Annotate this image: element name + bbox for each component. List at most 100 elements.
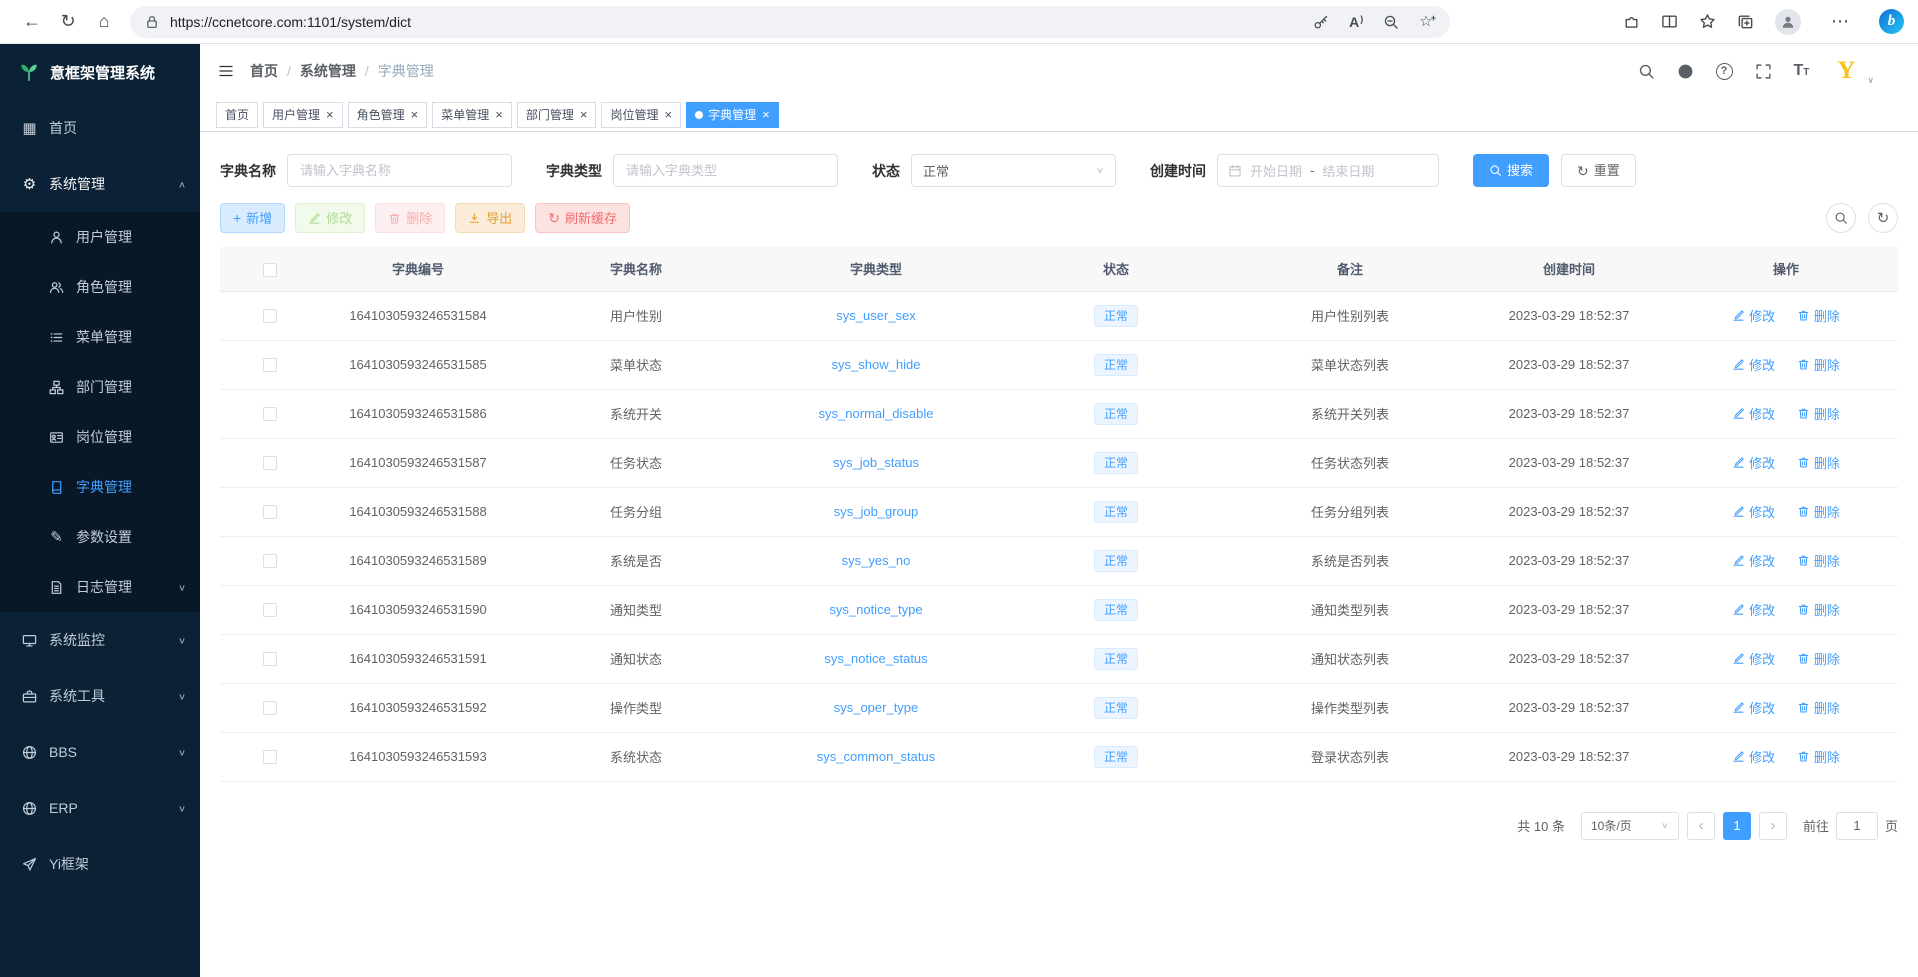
edit-link[interactable]: 修改 — [1732, 404, 1775, 423]
delete-link[interactable]: 删除 — [1797, 502, 1840, 521]
tab-close-icon[interactable]: × — [664, 108, 672, 121]
sidebar-item-user[interactable]: 用户管理 — [0, 212, 200, 262]
tab[interactable]: 菜单管理 × — [432, 102, 512, 128]
delete-link[interactable]: 删除 — [1797, 649, 1840, 668]
edit-link[interactable]: 修改 — [1732, 551, 1775, 570]
search-icon[interactable] — [1638, 63, 1655, 80]
edit-link[interactable]: 修改 — [1732, 600, 1775, 619]
edit-link[interactable]: 修改 — [1732, 502, 1775, 521]
dict-type-link[interactable]: sys_normal_disable — [819, 406, 934, 421]
row-checkbox[interactable] — [263, 505, 277, 519]
browser-reload-icon[interactable]: ↻ — [50, 4, 86, 40]
tab[interactable]: 字典管理 × — [686, 102, 779, 128]
add-favorite-icon[interactable]: ☆+ — [1419, 14, 1436, 29]
delete-link[interactable]: 删除 — [1797, 355, 1840, 374]
tab-close-icon[interactable]: × — [411, 108, 419, 121]
row-checkbox[interactable] — [263, 701, 277, 715]
row-checkbox[interactable] — [263, 603, 277, 617]
delete-link[interactable]: 删除 — [1797, 747, 1840, 766]
tab[interactable]: 角色管理 × — [348, 102, 428, 128]
breadcrumb-parent[interactable]: 系统管理 — [287, 61, 356, 81]
sidebar-item-param[interactable]: ✎ 参数设置 — [0, 512, 200, 562]
tab-close-icon[interactable]: × — [495, 108, 503, 121]
sidebar-item-dict[interactable]: 字典管理 — [0, 462, 200, 512]
sidebar-item-system[interactable]: ⚙ 系统管理 ∧ — [0, 156, 200, 212]
dict-type-link[interactable]: sys_show_hide — [832, 357, 921, 372]
delete-link[interactable]: 删除 — [1797, 306, 1840, 325]
delete-link[interactable]: 删除 — [1797, 600, 1840, 619]
tab[interactable]: 部门管理 × — [517, 102, 597, 128]
edit-link[interactable]: 修改 — [1732, 649, 1775, 668]
sidebar-item-erp[interactable]: ERP ∨ — [0, 780, 200, 836]
sidebar-item-yi[interactable]: Yi框架 — [0, 836, 200, 892]
browser-profile-avatar[interactable] — [1775, 9, 1801, 35]
zoom-out-icon[interactable] — [1383, 14, 1399, 30]
dict-name-input[interactable] — [287, 154, 512, 187]
sidebar-item-bbs[interactable]: BBS ∨ — [0, 724, 200, 780]
refresh-cache-button[interactable]: ↻ 刷新缓存 — [535, 203, 630, 233]
font-size-icon[interactable]: TT — [1794, 63, 1810, 79]
export-button[interactable]: 导出 — [455, 203, 525, 233]
delete-link[interactable]: 删除 — [1797, 551, 1840, 570]
dict-type-input[interactable] — [613, 154, 838, 187]
refresh-table-button[interactable]: ↻ — [1868, 203, 1898, 233]
row-checkbox[interactable] — [263, 554, 277, 568]
browser-home-icon[interactable]: ⌂ — [86, 4, 122, 40]
sidebar-item-log[interactable]: 日志管理 ∨ — [0, 562, 200, 612]
dict-type-link[interactable]: sys_notice_type — [829, 602, 922, 617]
tab[interactable]: 岗位管理 × — [601, 102, 681, 128]
sidebar-item-tools[interactable]: 系统工具 ∨ — [0, 668, 200, 724]
sidebar-item-post[interactable]: 岗位管理 — [0, 412, 200, 462]
select-all-checkbox[interactable] — [263, 263, 277, 277]
edit-button[interactable]: 修改 — [295, 203, 365, 233]
tab-close-icon[interactable]: × — [762, 108, 770, 121]
browser-menu-icon[interactable]: ⋯ — [1822, 4, 1858, 40]
bing-chat-icon[interactable]: b — [1879, 9, 1904, 34]
collections-icon[interactable] — [1737, 13, 1754, 30]
tab-close-icon[interactable]: × — [326, 108, 334, 121]
dict-type-link[interactable]: sys_yes_no — [842, 553, 911, 568]
dict-type-link[interactable]: sys_notice_status — [824, 651, 927, 666]
search-button[interactable]: 搜索 — [1473, 154, 1549, 187]
dict-type-link[interactable]: sys_job_group — [834, 504, 919, 519]
sidebar-item-monitor[interactable]: 系统监控 ∨ — [0, 612, 200, 668]
fullscreen-icon[interactable] — [1755, 63, 1772, 80]
edit-link[interactable]: 修改 — [1732, 306, 1775, 325]
row-checkbox[interactable] — [263, 652, 277, 666]
dict-type-link[interactable]: sys_job_status — [833, 455, 919, 470]
help-icon[interactable]: ? — [1716, 63, 1733, 80]
next-page-button[interactable]: › — [1759, 812, 1787, 840]
delete-link[interactable]: 删除 — [1797, 698, 1840, 717]
edit-link[interactable]: 修改 — [1732, 355, 1775, 374]
add-button[interactable]: + 新增 — [220, 203, 285, 233]
hamburger-icon[interactable] — [218, 63, 234, 79]
sidebar-item-dept[interactable]: 部门管理 — [0, 362, 200, 412]
dict-type-link[interactable]: sys_common_status — [817, 749, 936, 764]
sidebar-item-home[interactable]: ▦ 首页 — [0, 100, 200, 156]
sidebar-item-role[interactable]: 角色管理 — [0, 262, 200, 312]
dict-type-link[interactable]: sys_user_sex — [836, 308, 915, 323]
password-key-icon[interactable] — [1313, 14, 1329, 30]
tab-close-icon[interactable]: × — [580, 108, 588, 121]
user-avatar[interactable]: Y — [1831, 56, 1861, 86]
date-range-picker[interactable]: 开始日期 - 结束日期 — [1217, 154, 1439, 187]
toggle-search-button[interactable] — [1826, 203, 1856, 233]
delete-link[interactable]: 删除 — [1797, 404, 1840, 423]
row-checkbox[interactable] — [263, 750, 277, 764]
delete-link[interactable]: 删除 — [1797, 453, 1840, 472]
row-checkbox[interactable] — [263, 358, 277, 372]
extensions-icon[interactable] — [1623, 13, 1640, 30]
page-size-select[interactable]: 10条/页 ∨ — [1581, 812, 1679, 840]
tab[interactable]: 首页 — [216, 102, 258, 128]
split-screen-icon[interactable] — [1661, 13, 1678, 30]
tab[interactable]: 用户管理 × — [263, 102, 343, 128]
row-checkbox[interactable] — [263, 407, 277, 421]
edit-link[interactable]: 修改 — [1732, 453, 1775, 472]
reset-button[interactable]: ↻ 重置 — [1561, 154, 1636, 187]
status-select[interactable]: 正常 ∨ — [911, 154, 1116, 187]
read-aloud-icon[interactable]: A) — [1349, 15, 1363, 29]
favorites-icon[interactable] — [1699, 13, 1716, 30]
current-page-button[interactable]: 1 — [1723, 812, 1751, 840]
prev-page-button[interactable]: ‹ — [1687, 812, 1715, 840]
edit-link[interactable]: 修改 — [1732, 747, 1775, 766]
